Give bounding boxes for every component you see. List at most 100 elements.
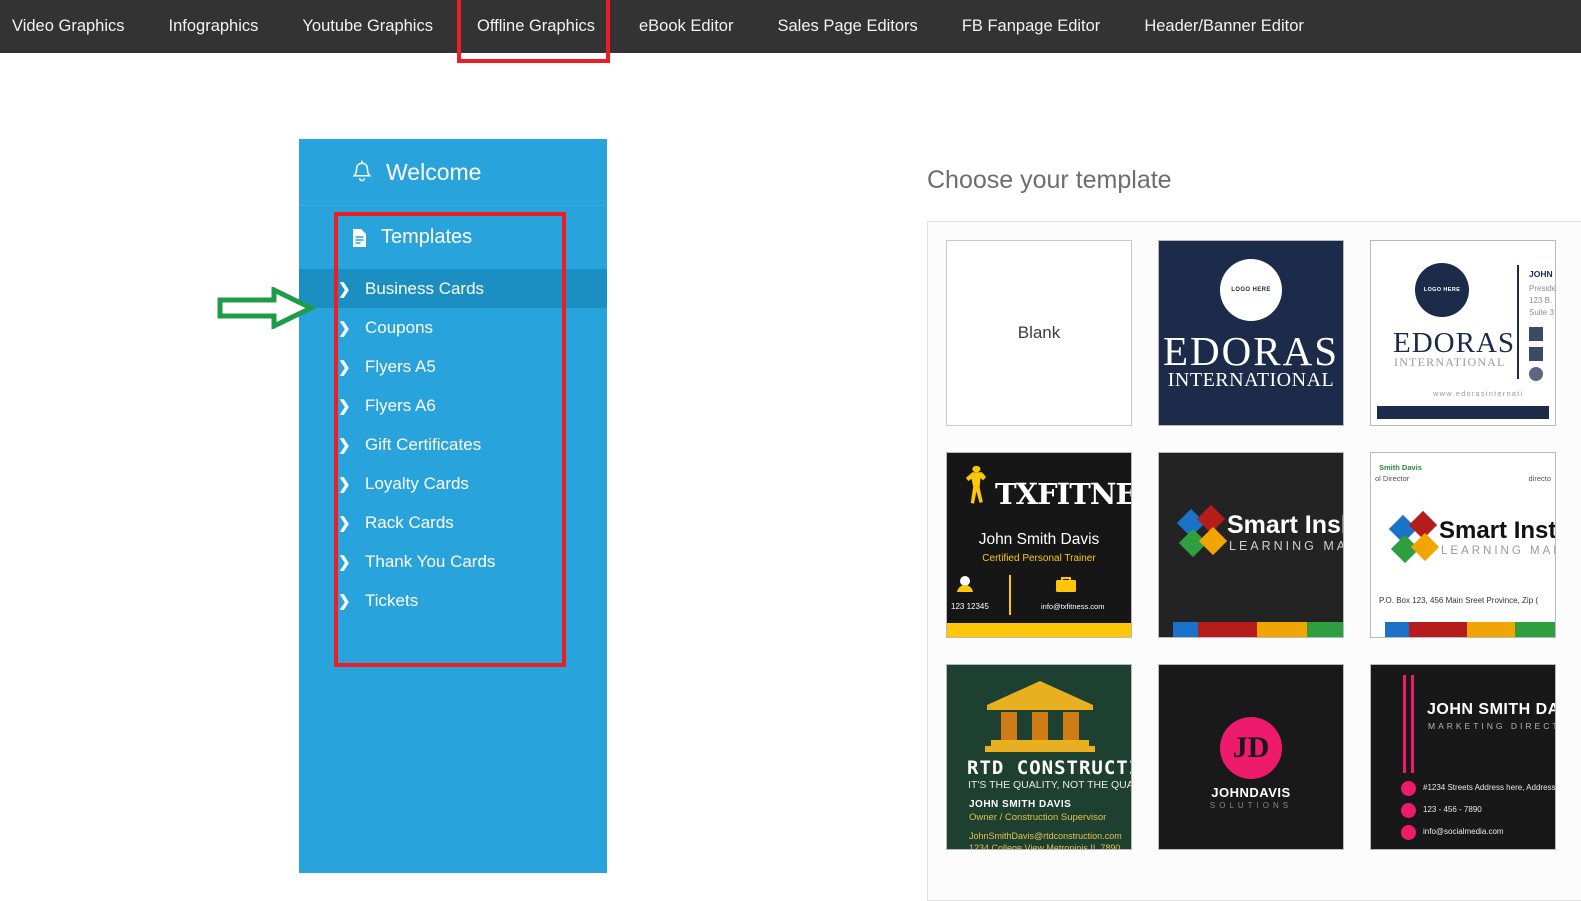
chevron-right-icon: ❯ bbox=[338, 514, 351, 532]
sidebar-item-gift-certificates[interactable]: ❯ Gift Certificates bbox=[299, 425, 607, 464]
template-card-label: Blank bbox=[1017, 323, 1061, 342]
bank-building-icon bbox=[985, 681, 1095, 752]
nav-item-youtube-graphics[interactable]: Youtube Graphics bbox=[280, 0, 455, 53]
template-card-johndavis[interactable]: JD JOHNDAVIS SOLUTIONS bbox=[1158, 664, 1344, 850]
template-email: info@socialmedia.com bbox=[1423, 827, 1504, 836]
template-brand-name: TXFITNE bbox=[995, 477, 1131, 511]
template-card-txfitness-black[interactable]: TXFITNE John Smith Davis Certified Perso… bbox=[946, 452, 1132, 638]
template-brand-sub: LEARNING MADE bbox=[1441, 545, 1555, 557]
sidebar-item-flyers-a5[interactable]: ❯ Flyers A5 bbox=[299, 347, 607, 386]
phone-icon bbox=[1401, 803, 1416, 818]
template-color-stripes bbox=[1371, 622, 1555, 637]
nav-item-sales-page-editors[interactable]: Sales Page Editors bbox=[755, 0, 939, 53]
globe-icon bbox=[1401, 825, 1416, 840]
sidebar-item-label: Tickets bbox=[365, 590, 419, 610]
accent-stripe bbox=[1403, 675, 1406, 773]
template-person-role: Certified Personal Trainer bbox=[982, 553, 1096, 564]
template-card-blank[interactable]: Blank bbox=[946, 240, 1132, 426]
sidebar-item-rack-cards[interactable]: ❯ Rack Cards bbox=[299, 503, 607, 542]
template-address: #1234 Streets Address here, Address Here bbox=[1423, 783, 1555, 792]
sidebar-item-label: Flyers A6 bbox=[365, 395, 436, 415]
template-panel: Blank LOGO HERE EDORAS INTERNATIONAL LOG… bbox=[927, 221, 1581, 901]
chevron-right-icon: ❯ bbox=[338, 319, 351, 337]
chevron-right-icon: ❯ bbox=[338, 475, 351, 493]
briefcase-icon bbox=[1056, 577, 1076, 592]
sidebar-templates-header[interactable]: Templates bbox=[299, 206, 607, 269]
sidebar: Welcome Templates ❯ Business Cards ❯ Cou… bbox=[217, 139, 607, 873]
diamond-logo-icon bbox=[1388, 510, 1440, 564]
nav-item-fb-fanpage-editor[interactable]: FB Fanpage Editor bbox=[940, 0, 1123, 53]
sidebar-item-tickets[interactable]: ❯ Tickets bbox=[299, 581, 607, 620]
monogram-logo-icon: JD bbox=[1220, 717, 1282, 779]
sidebar-welcome-label: Welcome bbox=[386, 158, 482, 185]
chevron-right-icon: ❯ bbox=[338, 592, 351, 610]
template-brand-name: Smart Insti bbox=[1439, 517, 1555, 544]
template-phone: 123 - 456 - 7890 bbox=[1423, 805, 1482, 814]
page-body: Welcome Templates ❯ Business Cards ❯ Cou… bbox=[217, 139, 1581, 901]
sidebar-item-label: Gift Certificates bbox=[365, 434, 482, 454]
nav-item-header-banner-editor[interactable]: Header/Banner Editor bbox=[1122, 0, 1326, 53]
template-person-role: Owner / Construction Supervisor bbox=[969, 812, 1107, 823]
template-card-edoras-dark[interactable]: LOGO HERE EDORAS INTERNATIONAL bbox=[1158, 240, 1344, 426]
nav-item-offline-graphics[interactable]: Offline Graphics bbox=[455, 0, 617, 63]
sidebar-menu-list: ❯ Business Cards ❯ Coupons ❯ Flyers A5 ❯… bbox=[299, 269, 607, 620]
sidebar-item-label: Flyers A5 bbox=[365, 356, 436, 376]
template-card-marketing-director[interactable]: JOHN SMITH DAVIS MARKETING DIRECTOR #123… bbox=[1370, 664, 1556, 850]
divider bbox=[1009, 575, 1011, 615]
template-card-edoras-white[interactable]: LOGO HERE EDORAS INTERNATIONAL JOHN Pres… bbox=[1370, 240, 1556, 426]
page-title: Choose your template bbox=[927, 166, 1172, 194]
nav-item-ebook-editor[interactable]: eBook Editor bbox=[617, 0, 755, 53]
template-detail-line: directo bbox=[1528, 474, 1551, 483]
template-detail-line: Suite 3 bbox=[1529, 308, 1554, 317]
template-address: P.O. Box 123, 456 Main Sreet Province, Z… bbox=[1379, 596, 1539, 605]
sidebar-item-business-cards[interactable]: ❯ Business Cards bbox=[299, 269, 607, 308]
people-icon bbox=[957, 576, 973, 592]
sidebar-item-flyers-a6[interactable]: ❯ Flyers A6 bbox=[299, 386, 607, 425]
template-address: 1234 College View Metropiois II, 7890 bbox=[969, 843, 1121, 849]
template-card-rtd-construction[interactable]: RTD CONSTRUCTIO IT'S THE QUALITY, NOT TH… bbox=[946, 664, 1132, 850]
briefcase-icon bbox=[1529, 347, 1543, 361]
template-color-stripes bbox=[1159, 622, 1343, 637]
template-card-smart-institute-white[interactable]: Smith Davis ol Director directo Smart In… bbox=[1370, 452, 1556, 638]
sidebar-item-loyalty-cards[interactable]: ❯ Loyalty Cards bbox=[299, 464, 607, 503]
document-icon bbox=[351, 228, 368, 248]
template-person-role: ol Director bbox=[1375, 474, 1410, 483]
sidebar-item-label: Thank You Cards bbox=[365, 551, 496, 571]
content-area: Choose your template Blank LOGO HERE EDO… bbox=[607, 139, 1581, 901]
sidebar-item-coupons[interactable]: ❯ Coupons bbox=[299, 308, 607, 347]
nav-item-video-graphics[interactable]: Video Graphics bbox=[0, 0, 147, 53]
template-detail-line: Preside bbox=[1529, 284, 1555, 293]
sidebar-welcome[interactable]: Welcome bbox=[299, 139, 607, 206]
sidebar-item-label: Business Cards bbox=[365, 278, 485, 298]
accent-stripe bbox=[1411, 675, 1414, 773]
template-email: JohnSmithDavis@rtdconstruction.com bbox=[969, 831, 1122, 841]
divider bbox=[1517, 265, 1519, 379]
template-person-name: JOHN SMITH DAVIS bbox=[969, 799, 1072, 810]
logo-placeholder-text: LOGO HERE bbox=[1231, 287, 1271, 293]
template-brand-sub: INTERNATIONAL bbox=[1167, 369, 1335, 391]
template-email: info@txfitness.com bbox=[1041, 602, 1105, 611]
sidebar-item-label: Loyalty Cards bbox=[365, 473, 469, 493]
template-brand-sub: LEARNING MAD bbox=[1229, 539, 1343, 553]
template-website: www.edorasinternati bbox=[1433, 389, 1524, 398]
nav-item-infographics[interactable]: Infographics bbox=[147, 0, 281, 53]
template-detail-line: 123 B. bbox=[1529, 296, 1553, 305]
template-brand-sub: INTERNATIONAL bbox=[1394, 355, 1506, 369]
template-tagline: IT'S THE QUALITY, NOT THE QUANTI bbox=[968, 779, 1131, 791]
bell-icon bbox=[351, 160, 373, 184]
chevron-right-icon: ❯ bbox=[338, 397, 351, 415]
sidebar-item-label: Rack Cards bbox=[365, 512, 454, 532]
contact-icon bbox=[1529, 327, 1543, 341]
template-person-name: JOHN SMITH DAVIS bbox=[1427, 701, 1555, 718]
template-grid: Blank LOGO HERE EDORAS INTERNATIONAL LOG… bbox=[928, 222, 1581, 850]
sidebar-item-thank-you-cards[interactable]: ❯ Thank You Cards bbox=[299, 542, 607, 581]
template-card-smart-institute-dark[interactable]: Smart Insl LEARNING MAD bbox=[1158, 452, 1344, 638]
template-brand-name: RTD CONSTRUCTIO bbox=[967, 757, 1131, 779]
location-icon bbox=[1401, 781, 1416, 796]
top-navigation-bar: Video Graphics Infographics Youtube Grap… bbox=[0, 0, 1581, 63]
template-person-role: MARKETING DIRECTOR bbox=[1428, 721, 1555, 731]
bodybuilder-icon bbox=[965, 465, 987, 504]
diamond-logo-icon bbox=[1176, 504, 1228, 558]
template-bottom-bar bbox=[947, 623, 1131, 637]
logo-placeholder-icon: LOGO HERE bbox=[1415, 263, 1469, 317]
